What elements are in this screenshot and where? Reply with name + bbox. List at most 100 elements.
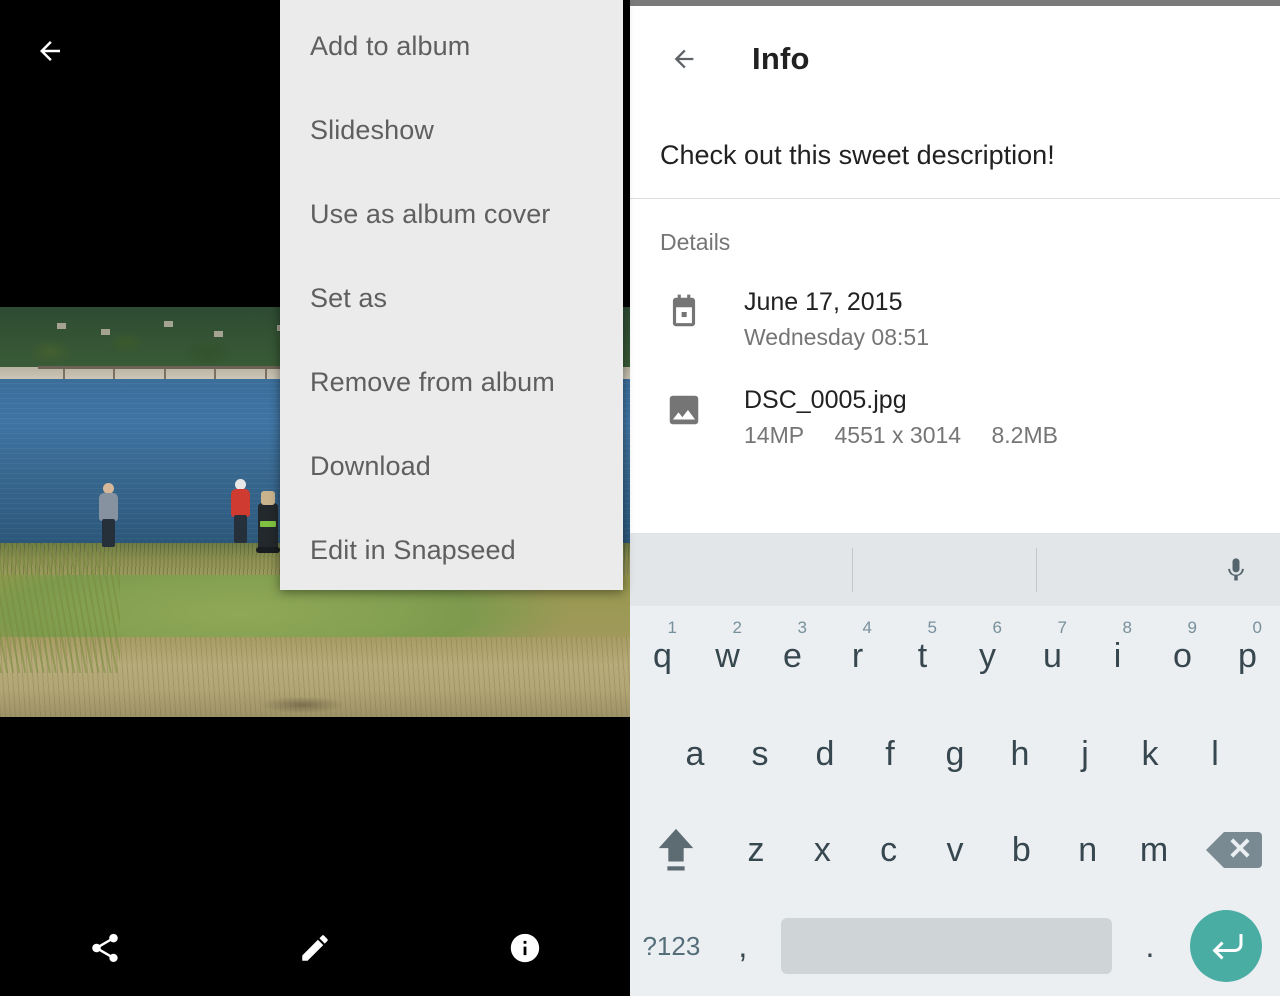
suggestion-bar[interactable] — [630, 534, 1280, 606]
description-field[interactable]: Check out this sweet description! — [630, 112, 1280, 198]
description-text: Check out this sweet description! — [660, 139, 1055, 170]
screen-root: Add to album Slideshow Use as album cove… — [0, 0, 1280, 996]
key-m-letter: m — [1139, 831, 1169, 869]
key-a[interactable]: a — [663, 706, 728, 802]
key-i-number: 8 — [1122, 618, 1132, 637]
key-j[interactable]: j — [1053, 706, 1118, 802]
calendar-icon — [672, 294, 696, 327]
detail-secondary-part: 4551 x 3014 — [834, 422, 962, 448]
menu-item-label: Add to album — [310, 30, 471, 61]
backspace-key[interactable] — [1187, 802, 1280, 898]
on-screen-keyboard: 1q 2w 3e 4r 5t 6y 7u 8i 9o 0p a s d f g … — [630, 533, 1280, 996]
backspace-icon — [1205, 832, 1262, 868]
key-e[interactable]: 3e — [760, 606, 825, 706]
key-m[interactable]: m — [1121, 802, 1187, 898]
microphone-icon — [1228, 558, 1244, 581]
space-key[interactable] — [780, 918, 1112, 974]
photo-bottom-toolbar — [0, 900, 630, 996]
photo-golfer-right — [228, 479, 254, 547]
menu-item-label: Download — [310, 450, 431, 481]
image-icon — [669, 395, 699, 425]
key-v[interactable]: v — [922, 802, 988, 898]
key-w[interactable]: 2w — [695, 606, 760, 706]
key-w-letter: w — [715, 637, 740, 675]
key-e-number: 3 — [797, 618, 807, 637]
menu-item-label: Use as album cover — [310, 198, 551, 229]
key-t-letter: t — [917, 637, 928, 675]
key-r[interactable]: 4r — [825, 606, 890, 706]
key-d-letter: d — [815, 735, 835, 773]
info-panel: Info Check out this sweet description! D… — [630, 0, 1280, 996]
page-title: Info — [752, 41, 810, 76]
key-g[interactable]: g — [923, 706, 988, 802]
period-key[interactable]: . — [1120, 898, 1180, 994]
menu-item-set-as[interactable]: Set as — [280, 256, 623, 340]
share-button[interactable] — [0, 900, 210, 996]
key-c[interactable]: c — [856, 802, 922, 898]
key-q-letter: q — [653, 637, 672, 675]
microphone-button[interactable] — [1214, 548, 1258, 592]
key-r-number: 4 — [862, 618, 872, 637]
key-p[interactable]: 0p — [1215, 606, 1280, 706]
info-button[interactable] — [420, 900, 630, 996]
key-i[interactable]: 8i — [1085, 606, 1150, 706]
key-b-letter: b — [1011, 831, 1031, 869]
edit-button[interactable] — [210, 900, 420, 996]
shift-key[interactable] — [630, 802, 723, 898]
image-icon-wrap — [660, 386, 708, 434]
detail-secondary-part: 14MP — [744, 422, 805, 448]
key-n[interactable]: n — [1055, 802, 1121, 898]
detail-text: June 17, 2015 Wednesday 08:51 — [744, 286, 953, 354]
detail-text: DSC_0005.jpg 14MP 4551 x 3014 8.2MB — [744, 384, 1082, 452]
key-e-letter: e — [783, 637, 802, 675]
key-g-letter: g — [945, 735, 965, 773]
key-o-letter: o — [1173, 637, 1192, 675]
back-button[interactable] — [24, 28, 76, 74]
detail-primary: June 17, 2015 — [744, 288, 903, 316]
enter-key[interactable] — [1180, 910, 1272, 982]
key-y-number: 6 — [992, 618, 1002, 637]
suggestion-separator — [1036, 548, 1037, 592]
menu-item-remove-from-album[interactable]: Remove from album — [280, 340, 623, 424]
info-back-button[interactable] — [658, 33, 710, 85]
key-k-letter: k — [1141, 735, 1159, 773]
detail-secondary: 14MP 4551 x 3014 8.2MB — [744, 418, 1082, 452]
info-header: Info — [630, 6, 1280, 112]
comma-key[interactable]: , — [713, 898, 773, 994]
key-h[interactable]: h — [988, 706, 1053, 802]
key-w-number: 2 — [732, 618, 742, 637]
menu-item-label: Edit in Snapseed — [310, 534, 516, 565]
key-h-letter: h — [1010, 735, 1030, 773]
key-s[interactable]: s — [728, 706, 793, 802]
key-z[interactable]: z — [723, 802, 789, 898]
detail-row-date[interactable]: June 17, 2015 Wednesday 08:51 — [630, 256, 1280, 354]
photo-left-grass — [0, 543, 120, 673]
key-q[interactable]: 1q — [630, 606, 695, 706]
key-o[interactable]: 9o — [1150, 606, 1215, 706]
key-o-number: 9 — [1187, 618, 1197, 637]
menu-item-download[interactable]: Download — [280, 424, 623, 508]
overflow-menu: Add to album Slideshow Use as album cove… — [280, 0, 623, 590]
keyboard-row-1: 1q 2w 3e 4r 5t 6y 7u 8i 9o 0p — [630, 606, 1280, 706]
menu-item-edit-in-snapseed[interactable]: Edit in Snapseed — [280, 508, 623, 592]
key-f[interactable]: f — [858, 706, 923, 802]
key-k[interactable]: k — [1118, 706, 1183, 802]
detail-row-file[interactable]: DSC_0005.jpg 14MP 4551 x 3014 8.2MB — [630, 354, 1280, 452]
key-l[interactable]: l — [1183, 706, 1248, 802]
key-q-number: 1 — [667, 618, 677, 637]
key-r-letter: r — [851, 637, 864, 675]
suggestion-separator — [852, 548, 853, 592]
symbols-key[interactable]: ?123 — [630, 898, 713, 994]
menu-item-use-as-album-cover[interactable]: Use as album cover — [280, 172, 623, 256]
key-t[interactable]: 5t — [890, 606, 955, 706]
menu-item-add-to-album[interactable]: Add to album — [280, 4, 623, 88]
key-d[interactable]: d — [793, 706, 858, 802]
menu-item-label: Set as — [310, 282, 388, 313]
key-y[interactable]: 6y — [955, 606, 1020, 706]
menu-item-slideshow[interactable]: Slideshow — [280, 88, 623, 172]
keyboard-row-2: a s d f g h j k l — [630, 706, 1280, 802]
key-x[interactable]: x — [789, 802, 855, 898]
detail-secondary: Wednesday 08:51 — [744, 320, 953, 354]
key-b[interactable]: b — [988, 802, 1054, 898]
key-u[interactable]: 7u — [1020, 606, 1085, 706]
